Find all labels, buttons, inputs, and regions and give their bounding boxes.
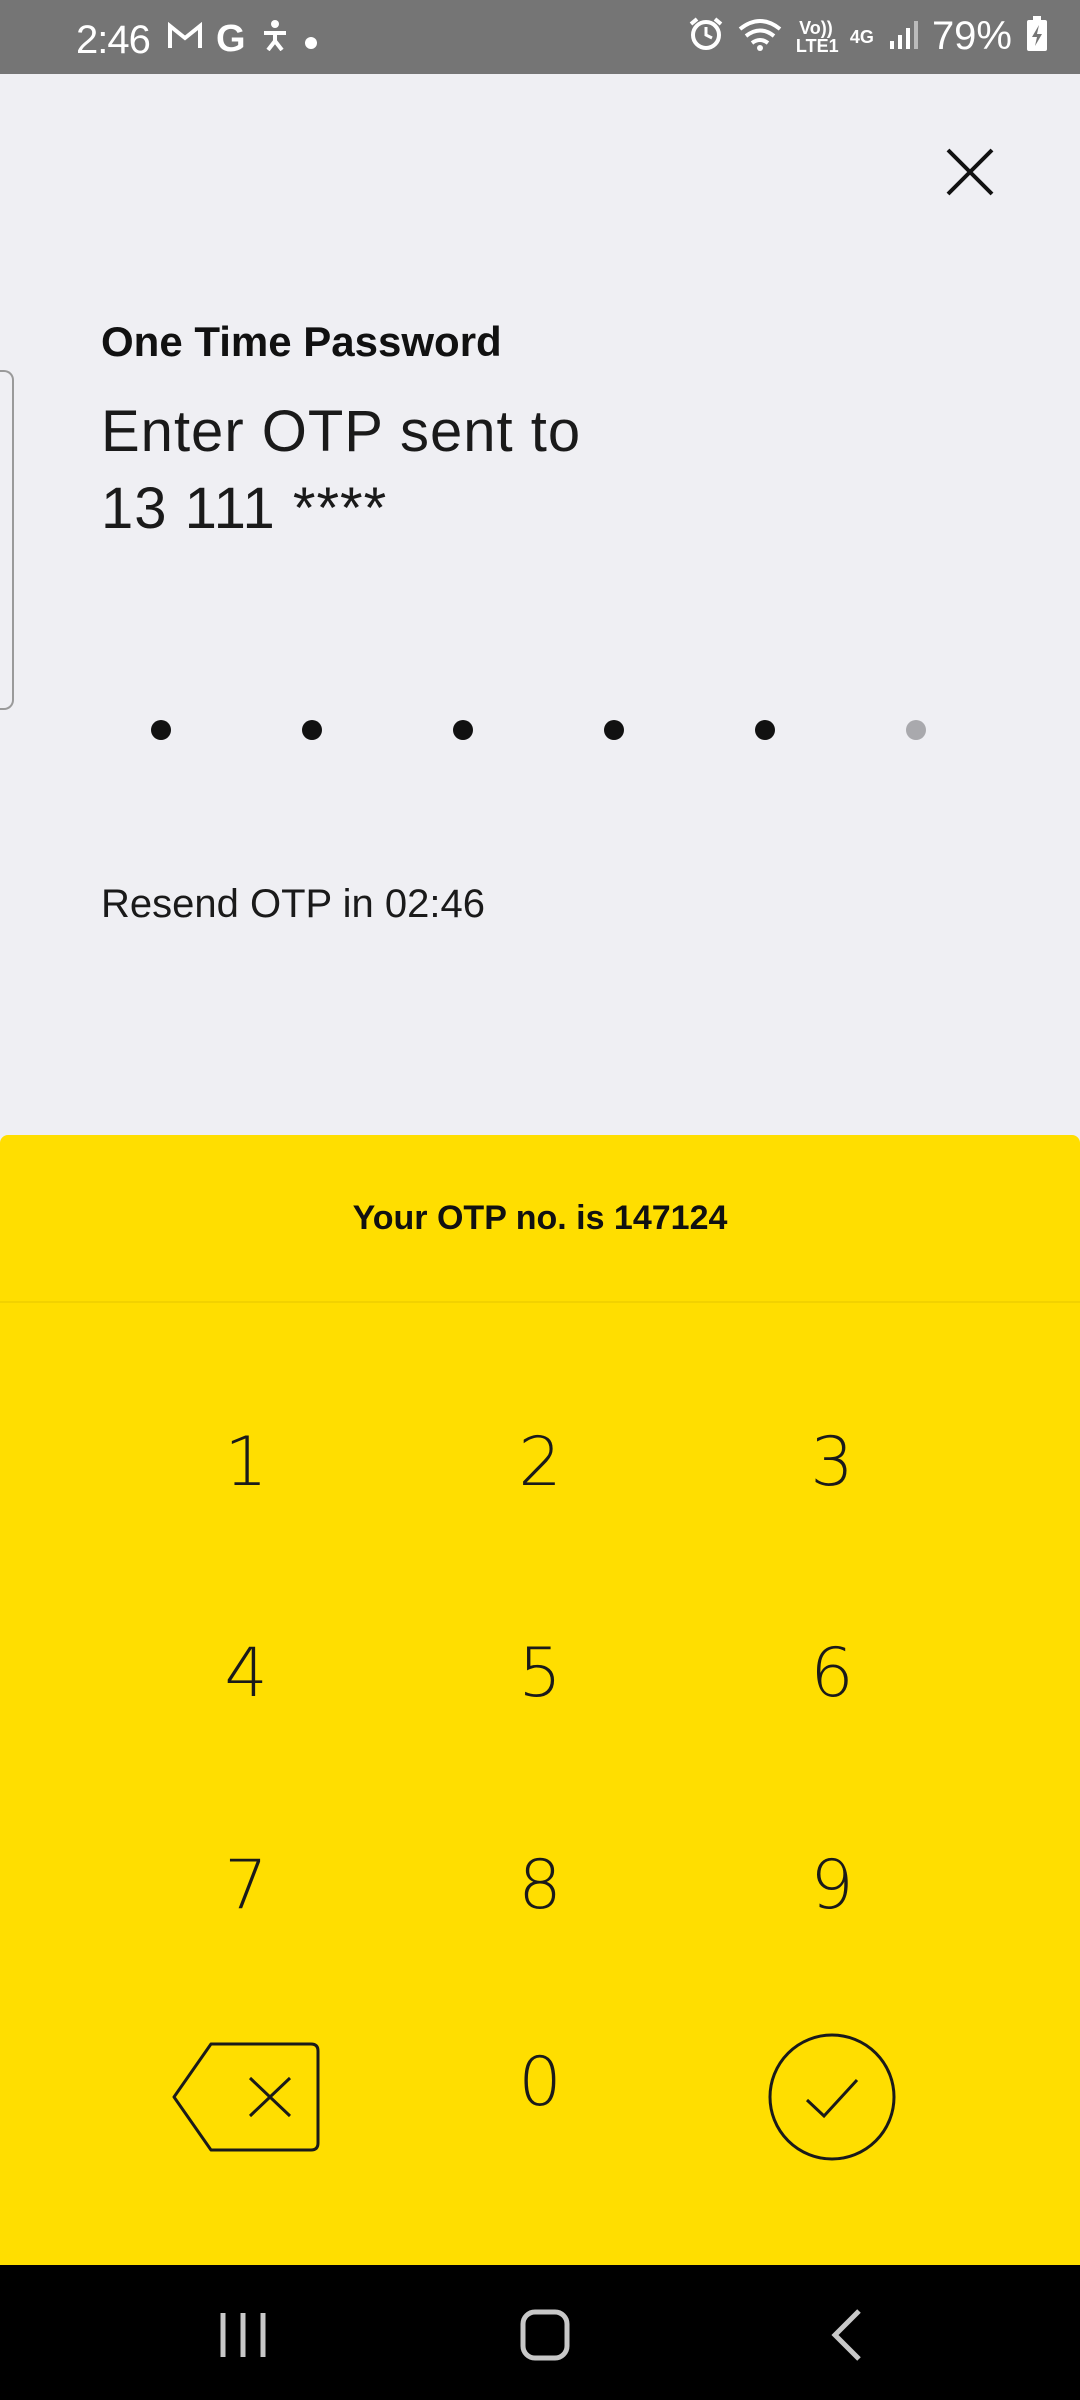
key-8[interactable]: 8 [440,1805,640,1965]
key-9[interactable]: 9 [732,1805,932,1965]
screen-title: Enter OTP sent to [101,399,582,464]
confirm-button[interactable] [732,2017,932,2177]
key-4[interactable]: 4 [146,1593,346,1753]
status-bar: 2:46 G Vo)) LTE1 4G 79% [0,0,1080,74]
signal-icon [888,19,918,54]
otp-dot-filled [302,720,322,740]
keypad-panel: Your OTP no. is 147124 1 2 3 4 5 6 7 8 9… [0,1135,1080,2265]
back-button[interactable] [787,2295,907,2375]
otp-dot-empty [906,720,926,740]
otp-dot-filled [151,720,171,740]
key-5[interactable]: 5 [440,1593,640,1753]
status-time: 2:46 [76,18,151,62]
recents-button[interactable] [183,2295,303,2375]
check-icon [768,2033,896,2161]
home-icon [520,2309,570,2361]
backspace-button[interactable] [146,2017,346,2177]
battery-charging-icon [1026,16,1048,57]
notification-icons: G [168,18,318,61]
navigation-bar [0,2265,1080,2400]
key-1[interactable]: 1 [146,1382,346,1542]
backspace-icon [172,2042,320,2152]
key-0[interactable]: 0 [440,2017,640,2177]
recents-icon [220,2313,266,2357]
close-button[interactable] [940,142,1000,202]
key-3[interactable]: 3 [732,1382,932,1542]
side-panel-handle[interactable] [0,370,14,710]
accessibility-icon [260,19,290,60]
masked-phone-number: 13 111 **** [101,476,388,541]
wifi-icon [738,17,782,56]
4g-icon: 4G [849,26,874,47]
close-icon [946,148,994,196]
battery-percent: 79% [931,14,1012,58]
back-icon [831,2309,861,2361]
key-6[interactable]: 6 [732,1593,932,1753]
google-icon: G [216,18,246,60]
otp-dot-filled [604,720,624,740]
home-button[interactable] [485,2295,605,2375]
system-icons: Vo)) LTE1 4G 79% [688,14,1048,59]
screen-subtitle: One Time Password [101,318,502,365]
otp-dot-filled [453,720,473,740]
otp-dot-filled [755,720,775,740]
alarm-icon [688,16,724,57]
key-2[interactable]: 2 [440,1382,640,1542]
otp-message-banner: Your OTP no. is 147124 [0,1135,1080,1303]
otp-input[interactable] [0,720,1080,750]
dot-icon [304,20,318,59]
volte-icon: Vo)) LTE1 [795,17,839,56]
key-7[interactable]: 7 [146,1805,346,1965]
gmail-icon [168,20,202,59]
resend-otp-timer: Resend OTP in 02:46 [101,882,485,926]
